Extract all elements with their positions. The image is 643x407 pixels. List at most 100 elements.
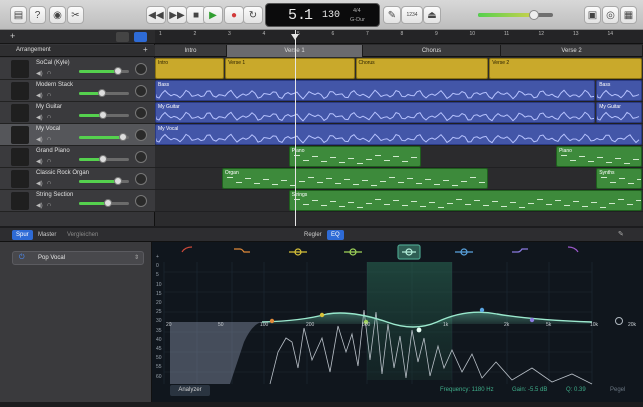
tab-controls[interactable]: Regler — [300, 230, 326, 240]
metronome-icon[interactable]: ⏏ — [423, 6, 441, 24]
track-volume-slider[interactable] — [79, 67, 129, 75]
track-header[interactable]: SoCal (Kyle) ◀) ∩ — [0, 58, 155, 80]
smart-controls-icon[interactable]: ◉ — [49, 6, 66, 24]
power-icon[interactable]: ⏻ — [19, 254, 25, 262]
region[interactable]: Strings — [288, 190, 642, 211]
region[interactable]: Bass — [155, 80, 596, 101]
bell-band-icon-2[interactable] — [344, 248, 362, 256]
track-volume-slider[interactable] — [79, 177, 129, 185]
eq-node-6[interactable] — [529, 317, 535, 323]
track-volume-slider[interactable] — [79, 133, 129, 141]
bell-band-icon-4[interactable] — [455, 248, 473, 256]
pan-knob[interactable] — [135, 85, 147, 97]
eq-editor[interactable]: 20 50 100 200 500 1k 2k 5k 10k 20k +0 5 10 15 20 25 30 35… — [152, 242, 643, 402]
track-name[interactable]: My Vocal — [36, 126, 60, 132]
eq-node-2[interactable] — [319, 312, 325, 318]
highshelf-band-icon[interactable] — [512, 248, 528, 253]
track-volume-slider[interactable] — [79, 155, 129, 163]
track-volume-knob[interactable] — [114, 177, 122, 185]
bell-band-icon-1[interactable] — [289, 248, 307, 256]
track-volume-slider[interactable] — [79, 111, 129, 119]
add-section-button[interactable]: + — [143, 45, 148, 54]
region[interactable]: Piano — [556, 146, 642, 167]
track-name[interactable]: Grand Piano — [36, 148, 70, 154]
headphones-icon[interactable]: ∩ — [47, 158, 51, 164]
pan-knob[interactable] — [135, 107, 147, 119]
notepad-icon[interactable]: ▣ — [584, 6, 601, 24]
headphones-icon[interactable]: ∩ — [47, 114, 51, 120]
track-volume-knob[interactable] — [97, 89, 106, 97]
scissors-icon[interactable]: ✂ — [67, 6, 84, 24]
flex-button[interactable] — [134, 32, 147, 42]
record-button[interactable]: ● — [224, 6, 244, 24]
eq-node-1[interactable] — [269, 318, 275, 324]
mute-icon[interactable]: ◀) — [36, 136, 43, 143]
help-icon[interactable]: ? — [29, 6, 46, 24]
region[interactable]: Organ — [221, 168, 489, 189]
track-name[interactable]: My Guitar — [36, 104, 62, 110]
track-name[interactable]: String Section — [36, 192, 73, 198]
timeline-ruler[interactable]: 1 2 3 4 5 6 7 8 9 10 11 12 13 14 — [155, 30, 643, 44]
track-header[interactable]: String Section ◀) ∩ — [0, 190, 155, 212]
playhead-handle[interactable] — [291, 34, 299, 40]
region[interactable]: My Guitar — [155, 102, 596, 123]
mute-icon[interactable]: ◀) — [36, 70, 43, 77]
track-header[interactable]: Grand Piano ◀) ∩ — [0, 146, 155, 168]
track-volume-knob[interactable] — [99, 155, 107, 163]
pan-knob[interactable] — [135, 173, 147, 185]
region[interactable]: Piano — [288, 146, 422, 167]
automation-button[interactable] — [116, 32, 129, 42]
headphones-icon[interactable]: ∩ — [47, 202, 51, 208]
section-3[interactable]: Chorus — [363, 45, 501, 57]
region[interactable]: My Vocal — [155, 124, 642, 145]
mute-icon[interactable]: ◀) — [36, 114, 43, 121]
analyzer-button[interactable]: Analyzer — [170, 385, 210, 396]
loop-browser-icon[interactable]: ◎ — [602, 6, 619, 24]
rewind-button[interactable]: ◀◀ — [146, 6, 166, 24]
track-header[interactable]: Modern Stack ◀) ∩ — [0, 80, 155, 102]
lowshelf-band-icon[interactable] — [234, 248, 250, 253]
track-volume-slider[interactable] — [79, 199, 129, 207]
mute-icon[interactable]: ◀) — [36, 92, 43, 99]
eq-node-5[interactable] — [479, 307, 485, 313]
section-4[interactable]: Verse 2 — [501, 45, 643, 57]
region[interactable]: Synths — [596, 168, 642, 189]
track-volume-knob[interactable] — [114, 67, 122, 75]
region[interactable]: Intro — [155, 58, 225, 79]
eq-graph[interactable] — [152, 242, 643, 402]
region[interactable]: Verse 1 — [225, 58, 355, 79]
headphones-icon[interactable]: ∩ — [47, 70, 51, 76]
play-button[interactable]: ▶ — [203, 6, 223, 24]
region[interactable]: Bass — [596, 80, 642, 101]
lcd-display[interactable]: 5. 1 130 4/4 G-Dur — [265, 3, 380, 27]
library-icon[interactable]: ▤ — [10, 6, 27, 24]
headphones-icon[interactable]: ∩ — [47, 92, 51, 98]
track-name[interactable]: Classic Rock Organ — [36, 170, 89, 176]
section-1[interactable]: Intro — [155, 45, 227, 57]
playhead[interactable] — [295, 30, 296, 226]
tab-compare[interactable]: Vergleichen — [63, 230, 102, 240]
preset-menu[interactable]: ⏻ Pop Vocal ⇕ — [12, 251, 144, 265]
track-header[interactable]: My Guitar ◀) ∩ — [0, 102, 155, 124]
master-volume-knob[interactable] — [529, 10, 539, 20]
headphones-icon[interactable]: ∩ — [47, 136, 51, 142]
tuner-icon[interactable]: ✎ — [383, 6, 401, 24]
track-name[interactable]: SoCal (Kyle) — [36, 60, 70, 66]
track-volume-knob[interactable] — [99, 111, 107, 119]
headphones-icon[interactable]: ∩ — [47, 180, 51, 186]
tab-master[interactable]: Master — [34, 230, 60, 240]
eq-node-4[interactable] — [416, 327, 422, 333]
pan-knob[interactable] — [135, 195, 147, 207]
track-name[interactable]: Modern Stack — [36, 82, 73, 88]
master-volume-slider[interactable] — [478, 10, 553, 20]
pan-knob[interactable] — [135, 63, 147, 75]
mute-icon[interactable]: ◀) — [36, 158, 43, 165]
region[interactable]: My Guitar — [596, 102, 642, 123]
track-header[interactable]: My Vocal ◀) ∩ — [0, 124, 155, 146]
track-header[interactable]: Classic Rock Organ ◀) ∩ — [0, 168, 155, 190]
mute-icon[interactable]: ◀) — [36, 202, 43, 209]
mute-icon[interactable]: ◀) — [36, 180, 43, 187]
highcut-band-icon[interactable] — [567, 246, 579, 253]
cycle-button[interactable]: ↻ — [243, 6, 263, 24]
track-volume-slider[interactable] — [79, 89, 129, 97]
